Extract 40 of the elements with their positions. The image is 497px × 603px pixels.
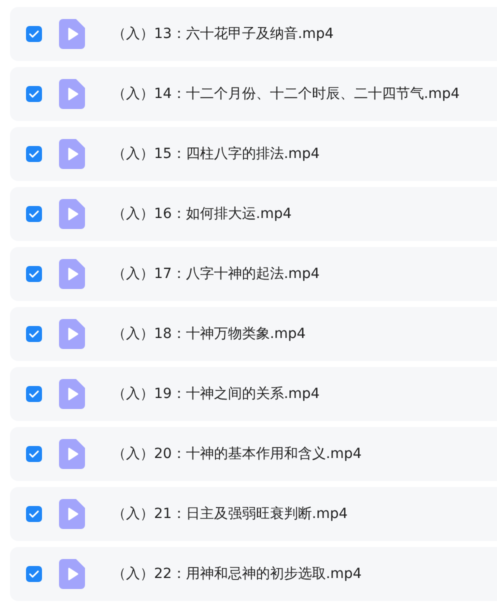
file-row[interactable]: （入）16：如何排大运.mp4	[10, 187, 497, 241]
video-file-icon	[59, 259, 85, 289]
video-file-icon	[59, 499, 85, 529]
video-file-icon	[59, 199, 85, 229]
checkbox[interactable]	[26, 86, 42, 102]
checkbox[interactable]	[26, 326, 42, 342]
file-row[interactable]: （入）20：十神的基本作用和含义.mp4	[10, 427, 497, 481]
checkbox[interactable]	[26, 506, 42, 522]
checkbox[interactable]	[26, 206, 42, 222]
file-row[interactable]: （入）14：十二个月份、十二个时辰、二十四节气.mp4	[10, 67, 497, 121]
file-name: （入）18：十神万物类象.mp4	[112, 325, 306, 343]
video-file-icon	[59, 139, 85, 169]
checkbox[interactable]	[26, 446, 42, 462]
file-name: （入）14：十二个月份、十二个时辰、二十四节气.mp4	[112, 85, 460, 103]
file-name: （入）22：用神和忌神的初步选取.mp4	[112, 565, 362, 583]
file-row[interactable]: （入）13：六十花甲子及纳音.mp4	[10, 7, 497, 61]
file-name: （入）15：四柱八字的排法.mp4	[112, 145, 320, 163]
file-row[interactable]: （入）15：四柱八字的排法.mp4	[10, 127, 497, 181]
file-name: （入）21：日主及强弱旺衰判断.mp4	[112, 505, 348, 523]
checkbox[interactable]	[26, 146, 42, 162]
checkbox[interactable]	[26, 26, 42, 42]
file-row[interactable]: （入）17：八字十神的起法.mp4	[10, 247, 497, 301]
video-file-icon	[59, 379, 85, 409]
file-name: （入）13：六十花甲子及纳音.mp4	[112, 25, 334, 43]
file-name: （入）16：如何排大运.mp4	[112, 205, 292, 223]
file-row[interactable]: （入）22：用神和忌神的初步选取.mp4	[10, 547, 497, 601]
file-name: （入）19：十神之间的关系.mp4	[112, 385, 320, 403]
file-row[interactable]: （入）21：日主及强弱旺衰判断.mp4	[10, 487, 497, 541]
checkbox[interactable]	[26, 566, 42, 582]
video-file-icon	[59, 559, 85, 589]
file-row[interactable]: （入）19：十神之间的关系.mp4	[10, 367, 497, 421]
video-file-icon	[59, 439, 85, 469]
video-file-icon	[59, 19, 85, 49]
checkbox[interactable]	[26, 266, 42, 282]
file-name: （入）20：十神的基本作用和含义.mp4	[112, 445, 362, 463]
video-file-icon	[59, 319, 85, 349]
checkbox[interactable]	[26, 386, 42, 402]
file-row[interactable]: （入）18：十神万物类象.mp4	[10, 307, 497, 361]
video-file-icon	[59, 79, 85, 109]
file-name: （入）17：八字十神的起法.mp4	[112, 265, 320, 283]
